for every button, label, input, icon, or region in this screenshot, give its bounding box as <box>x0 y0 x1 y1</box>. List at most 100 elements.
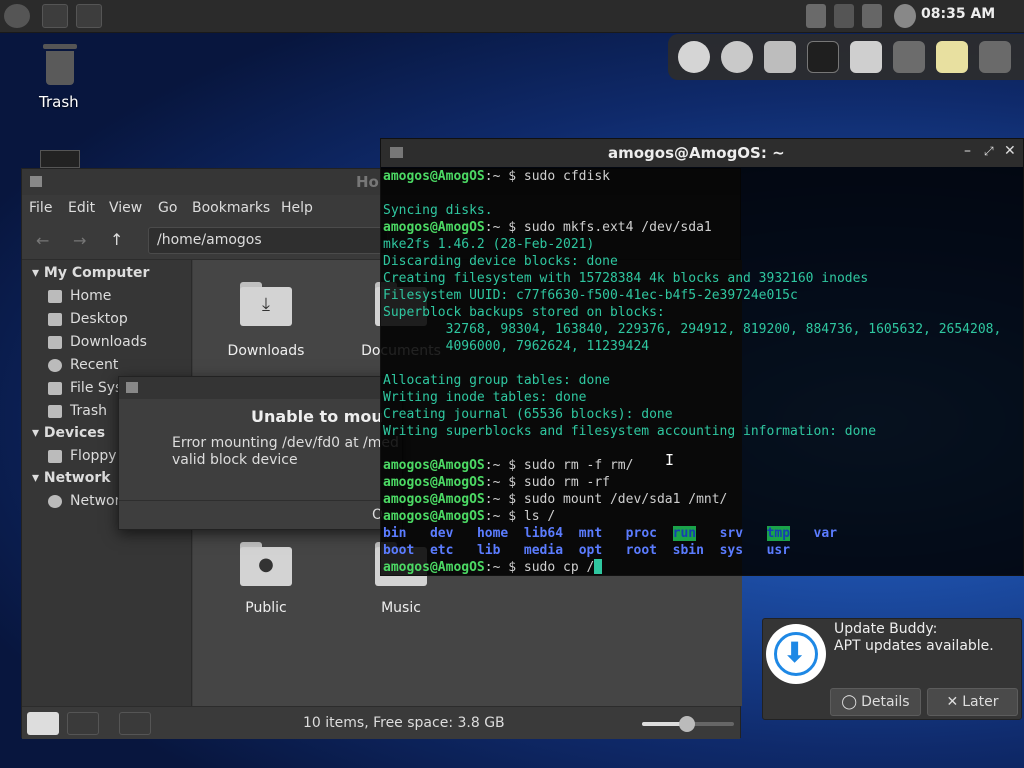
taskbar-window-icon[interactable] <box>76 4 102 28</box>
command-text: sudo cfdisk <box>523 169 610 184</box>
ls-entry: bin <box>383 526 407 541</box>
sidebar-item-home[interactable]: Home <box>48 288 111 304</box>
top-panel: 08:35 AM <box>0 0 1024 33</box>
ls-entry: sbin <box>672 543 704 558</box>
trash-desktop-label[interactable]: Trash <box>39 93 79 111</box>
sidebar-item-desktop[interactable]: Desktop <box>48 311 128 327</box>
terminal-line: bin dev home lib64 mnt proc run srv tmp … <box>383 525 1023 542</box>
ls-spacing <box>602 526 625 541</box>
maximize-icon[interactable]: ⤢ <box>984 144 994 159</box>
tree-view-button[interactable] <box>67 712 99 735</box>
places-view-button[interactable] <box>27 712 59 735</box>
menu-logo-icon[interactable] <box>4 4 30 28</box>
terminal-line: Creating filesystem with 15728384 4k blo… <box>383 271 869 286</box>
dialog-title: Unable to mou <box>251 407 383 426</box>
terminal-line: amogos@AmogOS:~ $ sudo rm -f rm/ <box>383 457 1023 474</box>
terminal-output[interactable]: amogos@AmogOS:~ $ sudo cfdisk Syncing di… <box>383 168 1023 576</box>
later-label: Later <box>962 694 999 710</box>
ls-spacing <box>743 543 766 558</box>
ls-entry: boot <box>383 543 415 558</box>
sidebar-item-network[interactable]: Networ <box>48 493 120 509</box>
taskbar-file-manager-icon[interactable] <box>42 4 68 28</box>
computer-desktop-icon[interactable] <box>40 150 80 168</box>
ls-entry: media <box>523 543 564 558</box>
files-icon[interactable] <box>764 41 796 73</box>
ls-spacing <box>508 526 524 541</box>
ls-spacing <box>602 543 625 558</box>
dialog-titlebar[interactable] <box>119 377 402 399</box>
up-icon[interactable]: ↑ <box>110 230 123 249</box>
command-text: sudo cp / <box>523 560 595 575</box>
sidebar-item-floppy[interactable]: Floppy <box>48 448 117 464</box>
dialog-ok-button[interactable]: O <box>119 500 402 530</box>
toggle-sidebar-button[interactable] <box>119 712 151 735</box>
rocket-launcher-icon[interactable] <box>678 41 710 73</box>
sidebar-heading-my-computer[interactable]: ▾ My Computer <box>32 265 149 281</box>
later-button[interactable]: ✕ Later <box>927 688 1018 716</box>
forward-icon[interactable]: → <box>73 231 86 250</box>
prompt-user: amogos@AmogOS <box>383 509 485 524</box>
trash-dock-icon[interactable] <box>979 41 1011 73</box>
zoom-slider[interactable] <box>642 716 734 732</box>
sidebar-item-recent[interactable]: Recent <box>48 357 118 373</box>
ls-entry: proc <box>625 526 657 541</box>
menu-edit[interactable]: Edit <box>68 200 95 216</box>
terminal-icon[interactable] <box>807 41 839 73</box>
sidebar-item-filesystem[interactable]: File Sys <box>48 380 122 396</box>
location-bar[interactable]: /home/amogos <box>148 227 388 254</box>
sidebar-item-downloads[interactable]: Downloads <box>48 334 147 350</box>
prompt-separator: :~ $ <box>484 560 524 575</box>
ls-entry: etc <box>429 543 454 558</box>
ls-entry: mnt <box>578 526 603 541</box>
home-icon <box>48 289 62 303</box>
sidebar-item-trash[interactable]: Trash <box>48 403 107 419</box>
prompt-user: amogos@AmogOS <box>383 458 485 473</box>
minimize-icon[interactable]: – <box>964 143 971 159</box>
zoom-slider-handle[interactable] <box>679 716 695 732</box>
ls-entry: dev <box>429 526 454 541</box>
ls-entry: lib64 <box>523 526 564 541</box>
terminal-titlebar[interactable]: amogos@AmogOS: ~ – ⤢ ✕ <box>381 139 1023 167</box>
location-path: /home/amogos <box>157 232 262 248</box>
menu-file[interactable]: File <box>29 200 52 216</box>
search-icon[interactable] <box>894 4 916 28</box>
back-icon[interactable]: ← <box>36 231 49 250</box>
sidebar-heading-devices[interactable]: ▾ Devices <box>32 425 105 441</box>
text-editor-icon[interactable] <box>936 41 968 73</box>
filesystem-icon <box>48 381 62 395</box>
folder-downloads[interactable]: ⤓ Downloads <box>211 282 321 362</box>
menu-go[interactable]: Go <box>158 200 177 216</box>
terminal-line: Allocating group tables: done <box>383 373 610 388</box>
terminal-title: amogos@AmogOS: ~ <box>608 144 785 162</box>
firefox-icon[interactable] <box>721 41 753 73</box>
ls-entry: srv <box>719 526 744 541</box>
menu-view[interactable]: View <box>109 200 142 216</box>
volume-icon[interactable] <box>862 4 882 28</box>
clock[interactable]: 08:35 AM <box>921 6 995 22</box>
close-icon[interactable]: ✕ <box>1004 143 1016 159</box>
ls-spacing <box>500 543 523 558</box>
ls-entry: var <box>813 526 838 541</box>
sidebar-item-label: File Sys <box>70 380 123 396</box>
folder-icon[interactable] <box>893 41 925 73</box>
recent-icon <box>48 358 62 372</box>
terminal-line: 4096000, 7962624, 11239424 <box>383 339 650 354</box>
sidebar-heading-network[interactable]: ▾ Network <box>32 470 111 486</box>
menu-bookmarks[interactable]: Bookmarks <box>192 200 270 216</box>
details-button[interactable]: ◯ Details <box>830 688 921 716</box>
notification-tray-icon[interactable] <box>806 4 826 28</box>
status-bar: 10 items, Free space: 3.8 GB <box>22 706 740 739</box>
attachment-tray-icon[interactable] <box>834 4 854 28</box>
prompt-separator: :~ $ <box>484 475 524 490</box>
calculator-icon[interactable] <box>850 41 882 73</box>
ls-spacing <box>704 543 720 558</box>
menu-help[interactable]: Help <box>281 200 313 216</box>
command-text: sudo mkfs.ext4 /dev/sda1 <box>523 220 712 235</box>
prompt-user: amogos@AmogOS <box>383 220 485 235</box>
ls-spacing <box>453 543 476 558</box>
dock <box>668 34 1024 80</box>
terminal-line: amogos@AmogOS:~ $ sudo cp / <box>383 559 1023 576</box>
folder-public[interactable]: ● Public <box>211 542 321 622</box>
trash-desktop-icon[interactable] <box>41 44 79 88</box>
